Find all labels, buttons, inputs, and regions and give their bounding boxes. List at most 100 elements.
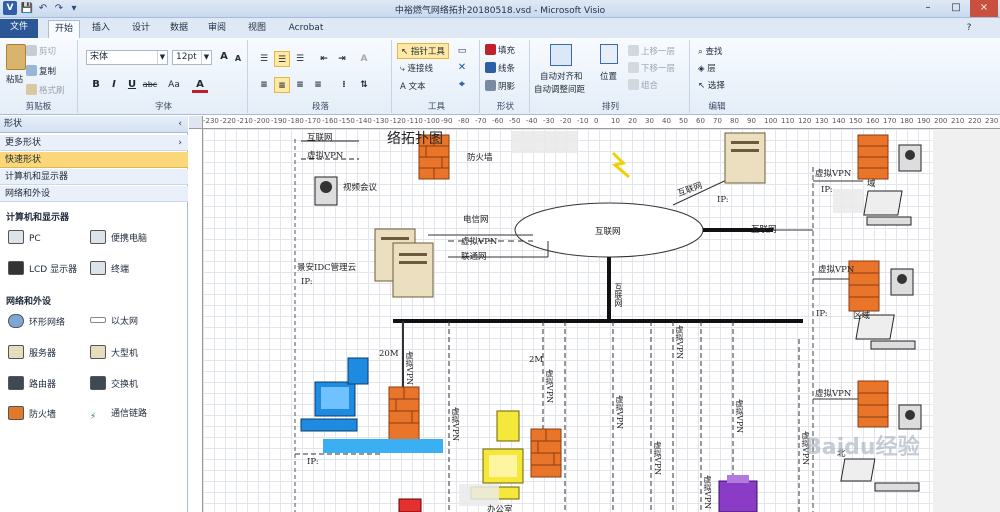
brush-icon xyxy=(26,84,37,95)
label-right-ip-2: IP: xyxy=(816,309,828,319)
cut-button[interactable]: 剪切 xyxy=(26,45,56,57)
auto-align-icon[interactable] xyxy=(550,44,572,66)
tab-review[interactable]: 审阅 xyxy=(202,20,232,38)
shape-switch[interactable]: 交换机 xyxy=(90,376,138,390)
stencil-network-row[interactable]: 网络和外设 xyxy=(0,186,188,202)
indent-icon[interactable]: ⇤ xyxy=(316,51,332,67)
firewall-icon-right-1 xyxy=(857,134,889,180)
tab-data[interactable]: 数据 xyxy=(164,20,194,38)
terminal-icon xyxy=(90,261,106,275)
server-icon-top xyxy=(724,132,766,184)
align-bottom-icon[interactable]: ☰ xyxy=(292,51,308,67)
align-middle-icon[interactable]: ☰ xyxy=(274,51,290,67)
pin-icon[interactable]: ⌖ xyxy=(454,77,470,93)
close-x-icon[interactable]: ✕ xyxy=(454,60,470,76)
shape-comm-link[interactable]: ⚡ 通信链路 xyxy=(90,406,147,426)
shape-firewall[interactable]: 防火墙 xyxy=(8,406,56,420)
video-camera-icon-right xyxy=(898,144,922,172)
select-button[interactable]: ↖ 选择 xyxy=(698,79,725,91)
label-right-vpn-3: 虚拟VPN xyxy=(815,389,852,399)
italic-button[interactable]: I xyxy=(106,77,122,93)
strikethrough-button[interactable]: abc xyxy=(142,77,158,93)
tab-insert[interactable]: 插入 xyxy=(86,20,116,38)
text-size-icon[interactable]: A xyxy=(356,51,372,67)
change-case-button[interactable]: Aa xyxy=(166,77,182,93)
shrink-font-button[interactable]: A xyxy=(230,51,246,67)
font-name-combo[interactable]: 宋体 ▼ xyxy=(86,50,168,65)
tab-design[interactable]: 设计 xyxy=(126,20,156,38)
shape-router[interactable]: 路由器 xyxy=(8,376,56,390)
drawing-page[interactable]: 络拓扑图 互联网 虚拟VPN 防火墙 视频会议 电信网 虚拟VPN 联通网 景安… xyxy=(203,129,933,512)
rectangle-icon[interactable]: ▭ xyxy=(454,43,470,59)
shape-terminal[interactable]: 终端 xyxy=(90,261,129,275)
close-button[interactable]: × xyxy=(970,0,998,17)
group-button[interactable]: 组合 xyxy=(628,79,658,91)
blurred-label-bar xyxy=(323,439,443,453)
baidu-watermark: Baidu经验 xyxy=(805,435,920,460)
paste-icon[interactable] xyxy=(6,44,26,70)
minimize-button[interactable]: – xyxy=(914,0,942,17)
text-tool-button[interactable]: A 文本 xyxy=(400,80,426,92)
shape-server[interactable]: 服务器 xyxy=(8,345,56,359)
copy-button[interactable]: 复制 xyxy=(26,65,56,77)
pc-icon xyxy=(8,230,24,244)
shadow-button[interactable]: 阴影 xyxy=(485,80,515,92)
auto-space-label[interactable]: 自动调整间距 xyxy=(534,83,585,95)
shape-lcd[interactable]: LCD 显示器 xyxy=(8,261,77,275)
position-icon[interactable] xyxy=(600,44,618,64)
printer-icon-purple xyxy=(718,475,758,512)
layer-button[interactable]: ◈ 层 xyxy=(698,62,716,74)
align-top-icon[interactable]: ☰ xyxy=(256,51,272,67)
outdent-icon[interactable]: ⇥ xyxy=(334,51,350,67)
font-color-button[interactable]: A xyxy=(192,77,208,93)
shape-ethernet[interactable]: 以太网 xyxy=(90,314,138,327)
shape-ring-network[interactable]: 环形网络 xyxy=(8,314,65,328)
format-painter-button[interactable]: 格式刷 xyxy=(26,84,65,96)
shape-mainframe[interactable]: 大型机 xyxy=(90,345,138,359)
align-center-icon[interactable]: ≡ xyxy=(274,77,290,93)
connector-button[interactable]: ⤷ 连接线 xyxy=(400,62,433,74)
align-right-icon[interactable]: ≡ xyxy=(292,77,308,93)
fill-button[interactable]: 填充 xyxy=(485,44,515,56)
shape-laptop[interactable]: 便携电脑 xyxy=(90,230,147,244)
pointer-tool-button[interactable]: ↖ 指针工具 xyxy=(397,43,449,59)
collapse-icon[interactable]: ‹ xyxy=(178,116,182,133)
device-icon-red xyxy=(398,498,422,512)
quick-shapes-row[interactable]: 快速形状 xyxy=(0,152,188,168)
label-unicom: 联通网 xyxy=(461,252,487,262)
label-vpn-vertical: 虚拟VPN xyxy=(451,407,460,442)
bring-forward-button[interactable]: 上移一层 xyxy=(628,45,675,57)
underline-button[interactable]: U xyxy=(124,77,140,93)
align-left-icon[interactable]: ≡ xyxy=(256,77,272,93)
label-right-domain-2: 区域 xyxy=(853,311,871,321)
tab-home[interactable]: 开始 xyxy=(48,20,80,38)
diagram-title: 络拓扑图 xyxy=(387,131,443,147)
bold-button[interactable]: B xyxy=(88,77,104,93)
tab-acrobat[interactable]: Acrobat xyxy=(283,20,329,38)
bullets-icon[interactable]: ⁝ xyxy=(336,77,352,93)
tab-file[interactable]: 文件 xyxy=(0,19,38,38)
justify-icon[interactable]: ≡ xyxy=(310,77,326,93)
label-vpn-vertical: 虚拟VPN xyxy=(405,351,414,386)
font-size-combo[interactable]: 12pt ▼ xyxy=(172,50,212,65)
line-button[interactable]: 线条 xyxy=(485,62,515,74)
stencil-computers-row[interactable]: 计算机和显示器 xyxy=(0,169,188,185)
more-shapes-row[interactable]: 更多形状 › xyxy=(0,135,188,151)
send-backward-button[interactable]: 下移一层 xyxy=(628,62,675,74)
ruler-tick-label: 90 xyxy=(747,117,756,125)
text-direction-icon[interactable]: ⇅ xyxy=(356,77,372,93)
paste-button[interactable]: 粘贴 xyxy=(6,73,23,85)
shape-pc[interactable]: PC xyxy=(8,230,41,244)
ruler-tick-label: 180 xyxy=(900,117,914,125)
maximize-button[interactable]: □ xyxy=(942,0,970,17)
auto-align-label[interactable]: 自动对齐和 xyxy=(540,70,583,82)
label-vpn-mid: 虚拟VPN xyxy=(461,237,498,247)
position-button[interactable]: 位置 xyxy=(600,70,617,82)
help-icon[interactable]: ? xyxy=(962,20,976,38)
ruler-tick-label: 50 xyxy=(679,117,688,125)
find-button[interactable]: ⌕ 查找 xyxy=(698,45,722,57)
label-right-ip-1: IP: xyxy=(821,185,833,195)
tab-view[interactable]: 视图 xyxy=(242,20,272,38)
video-camera-icon xyxy=(314,176,338,206)
ruler-tick-label: 140 xyxy=(832,117,846,125)
